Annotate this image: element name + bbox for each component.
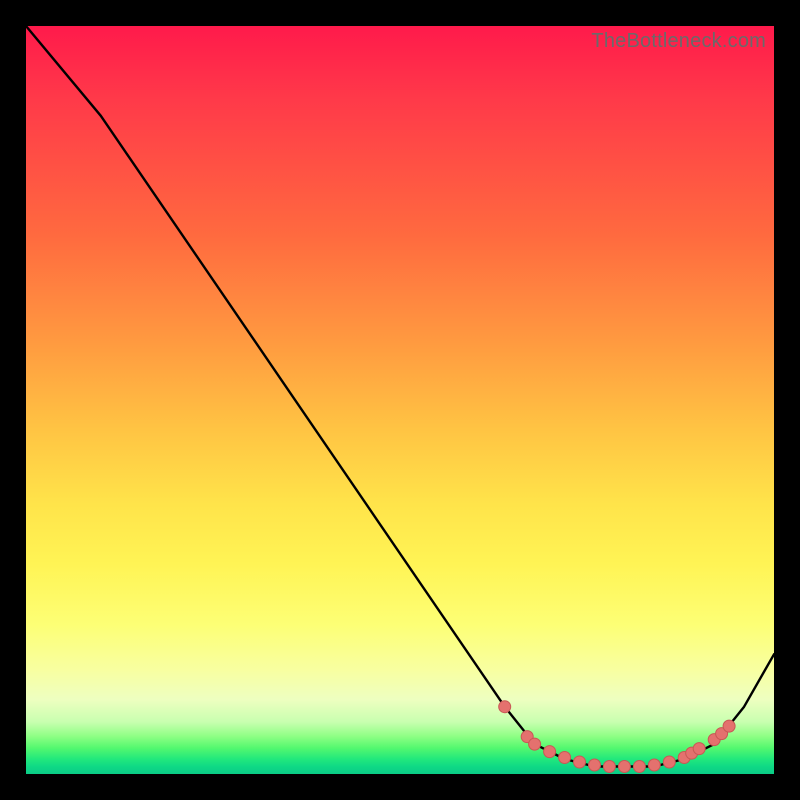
marker-dot bbox=[603, 761, 615, 773]
marker-dot bbox=[648, 759, 660, 771]
marker-dot bbox=[499, 701, 511, 713]
marker-group bbox=[499, 701, 735, 773]
marker-dot bbox=[589, 759, 601, 771]
marker-dot bbox=[529, 738, 541, 750]
chart-frame: TheBottleneck.com bbox=[0, 0, 800, 800]
marker-dot bbox=[723, 720, 735, 732]
chart-overlay bbox=[26, 26, 774, 774]
marker-dot bbox=[559, 752, 571, 764]
marker-dot bbox=[574, 756, 586, 768]
marker-dot bbox=[618, 761, 630, 773]
marker-dot bbox=[544, 746, 556, 758]
chart-plot-area: TheBottleneck.com bbox=[26, 26, 774, 774]
marker-dot bbox=[633, 761, 645, 773]
marker-dot bbox=[663, 756, 675, 768]
bottleneck-curve bbox=[26, 26, 774, 767]
marker-dot bbox=[693, 743, 705, 755]
